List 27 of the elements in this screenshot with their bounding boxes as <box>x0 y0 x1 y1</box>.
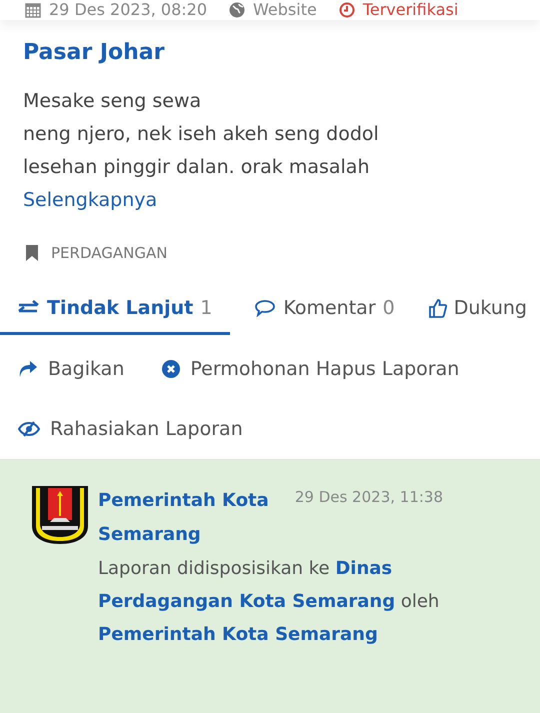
description-line: neng njero, nek iseh akeh seng dodol <box>23 122 380 147</box>
share-arrow-icon <box>18 360 38 378</box>
bookmark-icon <box>26 245 38 261</box>
action-link[interactable]: Rahasiakan Laporan <box>18 399 243 459</box>
read-more-link[interactable]: Selengkapnya <box>23 184 158 217</box>
cancel-icon <box>162 360 180 378</box>
description-line: Mesake seng sewa <box>23 89 202 114</box>
followup-time: 29 Des 2023, 11:38 <box>294 487 443 508</box>
tab[interactable]: Dukung <box>414 284 540 335</box>
report-source: Website <box>253 0 317 19</box>
action-link[interactable]: Bagikan <box>18 339 124 399</box>
clock-icon <box>338 2 355 18</box>
description-line: lesehan pinggir dalan. orak masalah <box>23 155 370 180</box>
thumbs-up-icon <box>428 298 447 318</box>
report-status: Terverifikasi <box>362 0 458 19</box>
speech-bubble-icon <box>254 299 276 317</box>
author-name: Pemerintah Kota Semarang <box>98 489 270 547</box>
report-title: Pasar Johar <box>23 40 166 65</box>
calendar-icon <box>25 2 41 18</box>
tab[interactable]: Tindak Lanjut 1 <box>0 284 230 335</box>
tab[interactable]: Komentar 0 <box>230 284 415 335</box>
eye-slash-icon <box>18 421 40 437</box>
followup-message: Laporan didisposisikan ke Dinas Perdagangan Kota Semarang oleh Pemerintah Kota Semarang <box>98 557 440 647</box>
emblem-icon <box>30 484 90 546</box>
category-label: PERDAGANGAN <box>51 244 168 262</box>
report-date: 29 Des 2023, 08:20 <box>49 0 208 19</box>
action-link[interactable]: Permohonan Hapus Laporan <box>162 339 460 399</box>
